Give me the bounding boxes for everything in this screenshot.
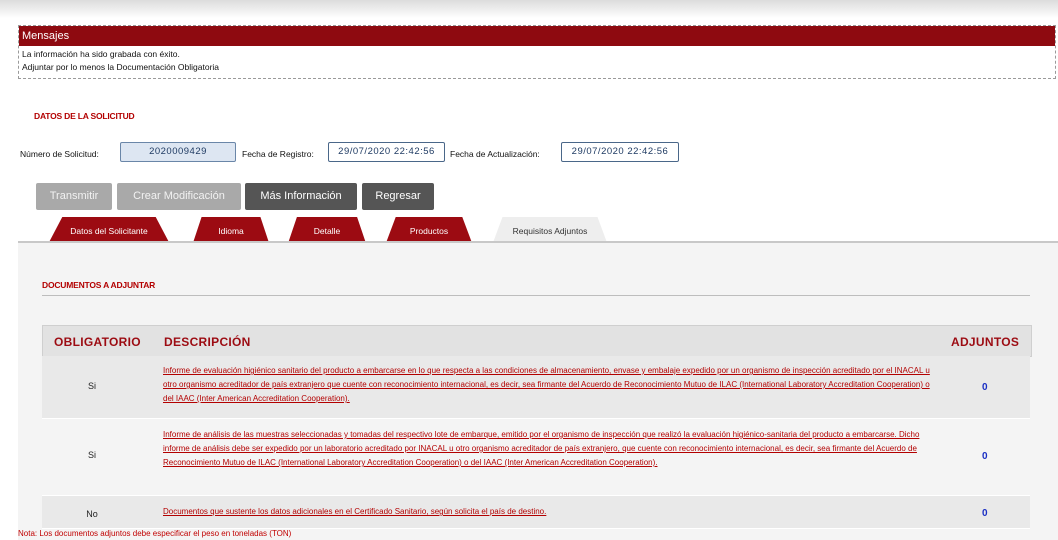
solicitud-section-title: DATOS DE LA SOLICITUD [34, 111, 135, 121]
fecha-actualizacion-field: 29/07/2020 22:42:56 [561, 142, 679, 162]
regresar-button[interactable]: Regresar [362, 183, 434, 210]
crear-modificacion-button[interactable]: Crear Modificación [117, 183, 241, 210]
documents-table-header: OBLIGATORIO DESCRIPCIÓN ADJUNTOS [42, 325, 1032, 357]
header-descripcion: DESCRIPCIÓN [164, 335, 251, 349]
numero-solicitud-label: Número de Solicitud: [20, 149, 99, 159]
mas-informacion-button[interactable]: Más Información [245, 183, 357, 210]
numero-solicitud-field: 2020009429 [120, 142, 236, 162]
table-row: No Documentos que sustente los datos adi… [42, 496, 1030, 529]
toneladas-note: Nota: Los documentos adjuntos debe espec… [18, 529, 292, 538]
documentos-section-title: DOCUMENTOS A ADJUNTAR [42, 280, 156, 290]
descripcion-link[interactable]: Informe de evaluación higiénico sanitari… [163, 364, 938, 406]
header-adjuntos: ADJUNTOS [951, 335, 1020, 349]
descripcion-link[interactable]: Informe de análisis de las muestras sele… [163, 428, 938, 470]
table-row: Si Informe de evaluación higiénico sanit… [42, 356, 1030, 419]
fecha-actualizacion-label: Fecha de Actualización: [450, 149, 540, 159]
table-row: Si Informe de análisis de las muestras s… [42, 419, 1030, 496]
transmitir-button[interactable]: Transmitir [36, 183, 112, 210]
obligatorio-cell: Si [87, 381, 96, 391]
tab-requisitos-adjuntos[interactable]: Requisitos Adjuntos [493, 217, 607, 242]
header-obligatorio: OBLIGATORIO [54, 335, 141, 349]
fecha-registro-field: 29/07/2020 22:42:56 [328, 142, 445, 162]
adjuntos-count-link[interactable]: 0 [982, 508, 988, 519]
tab-datos-solicitante[interactable]: Datos del Solicitante [49, 217, 169, 242]
tab-productos[interactable]: Productos [386, 217, 472, 242]
descripcion-link[interactable]: Documentos que sustente los datos adicio… [163, 505, 938, 519]
obligatorio-cell: Si [87, 450, 96, 460]
top-shadow [0, 0, 1058, 18]
tab-idioma[interactable]: Idioma [193, 217, 269, 242]
message-success: La información ha sido grabada con éxito… [22, 49, 180, 59]
fecha-registro-label: Fecha de Registro: [242, 149, 314, 159]
messages-panel: Mensajes La información ha sido grabada … [18, 25, 1056, 79]
adjuntos-count-link[interactable]: 0 [982, 451, 988, 462]
section-divider [42, 295, 1030, 296]
messages-title: Mensajes [19, 26, 1055, 46]
adjuntos-count-link[interactable]: 0 [982, 382, 988, 393]
obligatorio-cell: No [86, 509, 98, 519]
message-warning: Adjuntar por lo menos la Documentación O… [22, 62, 220, 72]
tab-detalle[interactable]: Detalle [288, 217, 366, 242]
